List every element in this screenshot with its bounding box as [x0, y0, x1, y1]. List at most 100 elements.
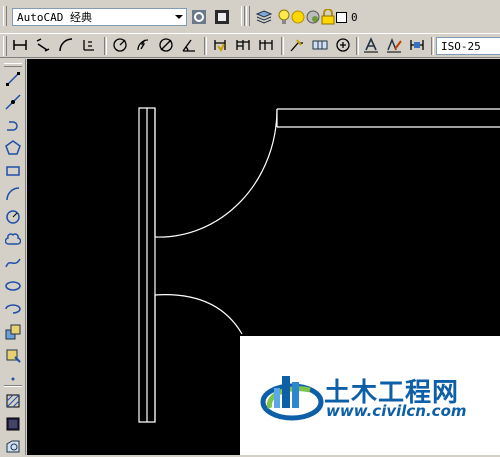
radius-icon — [113, 38, 127, 52]
linear-dimension-button[interactable] — [10, 35, 30, 55]
line-icon — [6, 72, 20, 86]
separator — [204, 37, 207, 55]
xline-icon — [5, 94, 21, 110]
arc-length-icon — [59, 38, 73, 52]
quick-leader-button[interactable] — [287, 35, 307, 55]
center-mark-icon — [336, 38, 350, 52]
cloud-icon — [5, 233, 21, 245]
linear-dimension-icon — [13, 40, 27, 50]
spline-icon — [5, 258, 21, 268]
make-block-button[interactable] — [3, 345, 23, 365]
layers-icon — [256, 10, 272, 24]
rectangle-icon — [6, 166, 20, 176]
toolbar-grip[interactable] — [3, 36, 7, 56]
spline-button[interactable] — [3, 253, 23, 273]
layer-name: 0 — [351, 10, 358, 24]
layer-color-swatch — [336, 11, 347, 23]
dimension-style-select[interactable]: ISO-25 — [436, 37, 500, 55]
separator — [356, 37, 359, 55]
baseline-icon — [236, 40, 250, 50]
tolerance-button[interactable] — [310, 35, 330, 55]
quick-dimension-icon — [214, 40, 226, 52]
diameter-dimension-button[interactable] — [156, 35, 176, 55]
toolbar-grip[interactable] — [3, 6, 7, 26]
hatch-button[interactable] — [3, 391, 23, 411]
line-button[interactable] — [3, 69, 23, 89]
workspace-save-icon — [215, 10, 229, 24]
angular-icon — [182, 39, 195, 52]
aligned-dimension-icon — [36, 38, 50, 52]
diameter-icon — [159, 38, 173, 52]
workspace-settings-button[interactable] — [189, 7, 209, 27]
rectangle-button[interactable] — [3, 161, 23, 181]
arc-button[interactable] — [3, 184, 23, 204]
revision-cloud-button[interactable] — [3, 230, 23, 250]
workspace-select[interactable]: AutoCAD 经典 — [12, 8, 187, 26]
center-mark-button[interactable] — [333, 35, 353, 55]
door-swing-arc-lower — [154, 294, 243, 335]
continue-dimension-button[interactable] — [256, 35, 276, 55]
radius-dimension-button[interactable] — [110, 35, 130, 55]
dimension-edit-button[interactable] — [361, 35, 381, 55]
make-block-icon — [6, 349, 21, 363]
lock-icon — [321, 9, 335, 25]
dimension-update-icon — [410, 40, 424, 50]
layer-control[interactable]: 0 — [278, 7, 358, 27]
quick-dimension-button[interactable] — [210, 35, 230, 55]
ellipse-arc-button[interactable] — [3, 299, 23, 319]
hatch-icon — [6, 394, 20, 408]
layer-properties-button[interactable] — [254, 7, 274, 27]
polygon-icon — [5, 140, 21, 155]
jogged-icon — [137, 39, 149, 51]
toolbar-grip[interactable] — [246, 6, 250, 26]
baseline-dimension-button[interactable] — [233, 35, 253, 55]
lightbulb-icon — [278, 9, 290, 24]
draw-toolbar — [0, 59, 26, 455]
save-workspace-button[interactable] — [212, 7, 232, 27]
separator — [3, 384, 23, 388]
ordinate-dimension-icon — [83, 40, 94, 51]
watermark-url: www.civilcn.com — [326, 402, 467, 420]
gear-icon — [192, 10, 206, 24]
aligned-dimension-button[interactable] — [33, 35, 53, 55]
separator — [431, 37, 434, 55]
workspace-value: AutoCAD 经典 — [17, 11, 92, 24]
dimension-toolbar: ISO-25 — [0, 33, 500, 58]
dimension-update-button[interactable] — [407, 35, 427, 55]
toolbar-grip[interactable] — [241, 6, 245, 26]
gradient-button[interactable] — [3, 414, 23, 434]
jogged-dimension-button[interactable] — [133, 35, 153, 55]
polygon-button[interactable] — [3, 138, 23, 158]
arc-icon — [6, 187, 20, 201]
civilcn-logo — [260, 376, 324, 421]
arc-length-button[interactable] — [56, 35, 76, 55]
angular-dimension-button[interactable] — [179, 35, 199, 55]
chevron-down-icon[interactable] — [172, 9, 186, 25]
circle-icon — [6, 210, 20, 224]
separator — [104, 37, 107, 55]
separator — [281, 37, 284, 55]
leader-icon — [290, 39, 303, 52]
dimension-text-edit-button[interactable] — [384, 35, 404, 55]
insert-block-icon — [5, 324, 21, 340]
watermark: 土木工程网 www.civilcn.com — [240, 336, 500, 455]
viewport-freeze-icon — [306, 10, 320, 24]
circle-button[interactable] — [3, 207, 23, 227]
toolbar-grip[interactable] — [3, 63, 23, 67]
ellipse-button[interactable] — [3, 276, 23, 296]
polyline-button[interactable] — [3, 115, 23, 135]
region-icon — [6, 440, 20, 453]
dimension-style-value: ISO-25 — [441, 39, 481, 53]
ellipse-icon — [5, 281, 21, 291]
workspaces-layers-toolbar: AutoCAD 经典 0 — [0, 0, 500, 33]
door-swing-arc-upper — [154, 108, 278, 238]
sun-icon — [291, 10, 305, 24]
gradient-icon — [6, 417, 20, 431]
wall-segment-right-upper — [276, 108, 500, 128]
insert-block-button[interactable] — [3, 322, 23, 342]
construction-line-button[interactable] — [3, 92, 23, 112]
region-button[interactable] — [3, 437, 23, 457]
ordinate-dimension-button[interactable] — [79, 35, 99, 55]
tolerance-icon — [312, 40, 328, 50]
polyline-icon — [7, 121, 18, 131]
